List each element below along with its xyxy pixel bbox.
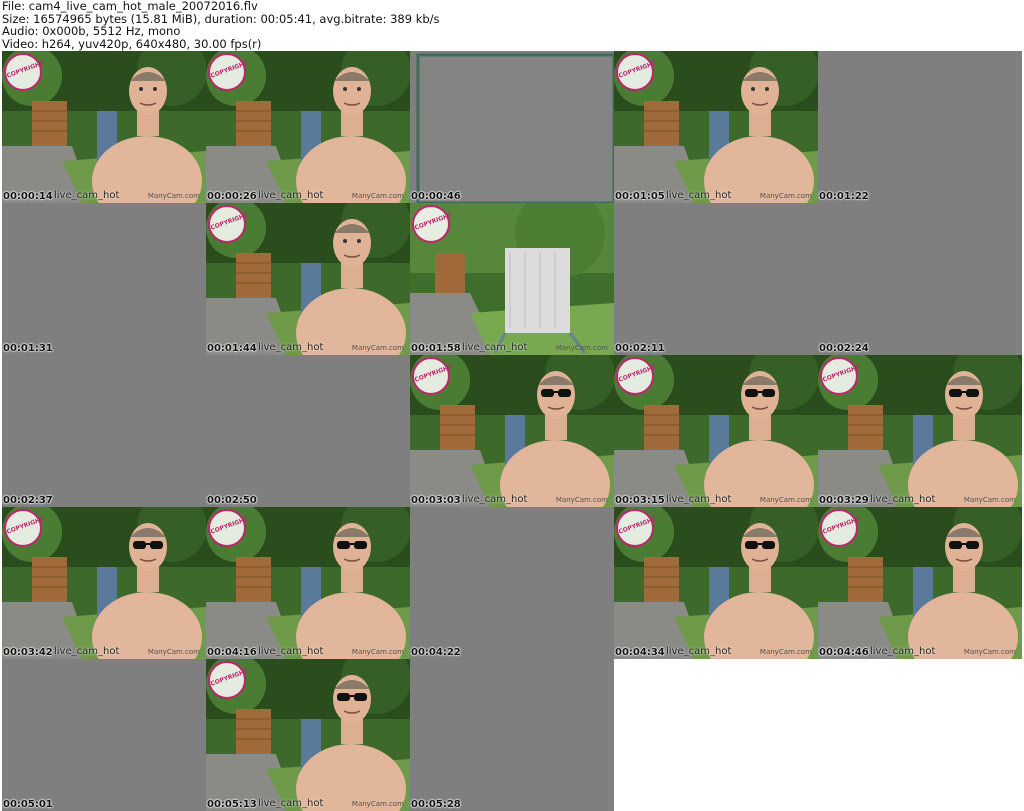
manycam-logo: ManyCam.com: [351, 648, 404, 656]
manycam-logo: ManyCam.com: [555, 496, 608, 504]
thumbnail-tile: COPYRIGHT live_cam_hot ManyCam.com 00:03:15: [614, 355, 818, 507]
thumbnail-tile: COPYRIGHT live_cam_hot ManyCam.com 00:01:58: [410, 203, 614, 355]
thumbnail-tile: COPYRIGHT live_cam_hot ManyCam.com 00:04:34: [614, 507, 818, 659]
manycam-logo: ManyCam.com: [351, 800, 404, 808]
timestamp-label: 00:00:14: [3, 191, 53, 202]
copyright-stamp-icon: COPYRIGHT: [4, 53, 45, 91]
watermark-text: live_cam_hot: [258, 646, 324, 657]
manycam-logo: ManyCam.com: [963, 496, 1016, 504]
thumbnail-tile: 00:01:22: [818, 51, 1022, 203]
manycam-logo: ManyCam.com: [963, 648, 1016, 656]
manycam-logo: ManyCam.com: [759, 192, 812, 200]
thumbnail-tile: 00:05:01: [2, 659, 206, 811]
thumbnail-tile: COPYRIGHT live_cam_hot ManyCam.com 00:01:05: [614, 51, 818, 203]
timestamp-label: 00:04:46: [819, 647, 869, 658]
thumbnail-tile: 00:04:22: [410, 507, 614, 659]
timestamp-label: 00:02:37: [3, 495, 53, 506]
timestamp-label: 00:03:29: [819, 495, 869, 506]
thumbnail-tile: COPYRIGHT live_cam_hot ManyCam.com 00:01:44: [206, 203, 410, 355]
copyright-stamp-icon: COPYRIGHT: [616, 53, 657, 91]
watermark-text: live_cam_hot: [258, 798, 324, 809]
thumbnail-tile: COPYRIGHT live_cam_hot ManyCam.com 00:00:26: [206, 51, 410, 203]
watermark-text: live_cam_hot: [870, 646, 936, 657]
timestamp-label: 00:03:03: [411, 495, 461, 506]
watermark-text: live_cam_hot: [870, 494, 936, 505]
thumbnail-tile: 00:02:37: [2, 355, 206, 507]
thumbnail-tile: 00:01:31: [2, 203, 206, 355]
timestamp-label: 00:00:46: [411, 191, 461, 202]
copyright-stamp-icon: COPYRIGHT: [208, 509, 249, 547]
timestamp-label: 00:03:42: [3, 647, 53, 658]
watermark-text: live_cam_hot: [666, 494, 732, 505]
copyright-stamp-icon: COPYRIGHT: [208, 661, 249, 699]
thumbnail-tile: COPYRIGHT live_cam_hot ManyCam.com 00:03:29: [818, 355, 1022, 507]
video-frame: [410, 51, 614, 203]
manycam-logo: ManyCam.com: [759, 496, 812, 504]
thumbnail-tile: COPYRIGHT live_cam_hot ManyCam.com 00:04:46: [818, 507, 1022, 659]
timestamp-label: 00:04:16: [207, 647, 257, 658]
timestamp-label: 00:05:28: [411, 799, 461, 810]
copyright-stamp-icon: COPYRIGHT: [4, 509, 45, 547]
copyright-stamp-icon: COPYRIGHT: [412, 205, 453, 243]
thumbnail-grid: COPYRIGHT live_cam_hot ManyCam.com 00:00:14…: [2, 51, 1022, 811]
timestamp-label: 00:02:50: [207, 495, 257, 506]
timestamp-label: 00:01:05: [615, 191, 665, 202]
timestamp-label: 00:02:11: [615, 343, 665, 354]
copyright-stamp-icon: COPYRIGHT: [820, 509, 861, 547]
file-line: File: cam4_live_cam_hot_male_20072016.fl…: [2, 0, 258, 13]
timestamp-label: 00:05:01: [3, 799, 53, 810]
copyright-stamp-icon: COPYRIGHT: [208, 205, 249, 243]
copyright-stamp-icon: COPYRIGHT: [616, 357, 657, 395]
timestamp-label: 00:01:31: [3, 343, 53, 354]
thumbnail-tile: COPYRIGHT live_cam_hot ManyCam.com 00:03:03: [410, 355, 614, 507]
manycam-logo: ManyCam.com: [351, 344, 404, 352]
manycam-logo: ManyCam.com: [555, 344, 608, 352]
thumbnail-tile: COPYRIGHT live_cam_hot ManyCam.com 00:04:16: [206, 507, 410, 659]
timestamp-label: 00:02:24: [819, 343, 869, 354]
timestamp-label: 00:03:15: [615, 495, 665, 506]
timestamp-label: 00:01:44: [207, 343, 257, 354]
timestamp-label: 00:01:22: [819, 191, 869, 202]
thumbnail-tile: 00:02:24: [818, 203, 1022, 355]
manycam-logo: ManyCam.com: [759, 648, 812, 656]
thumbnail-tile: COPYRIGHT live_cam_hot ManyCam.com 00:05:13: [206, 659, 410, 811]
timestamp-label: 00:05:13: [207, 799, 257, 810]
watermark-text: live_cam_hot: [666, 190, 732, 201]
thumbnail-tile: 00:02:50: [206, 355, 410, 507]
timestamp-label: 00:04:22: [411, 647, 461, 658]
thumbnail-tile: 00:05:28: [410, 659, 614, 811]
audio-line: Audio: 0x000b, 5512 Hz, mono: [2, 24, 181, 38]
manycam-logo: ManyCam.com: [147, 192, 200, 200]
file-info-header: File: cam4_live_cam_hot_male_20072016.fl…: [2, 0, 1020, 50]
thumbnail-tile: COPYRIGHT live_cam_hot ManyCam.com 00:03:42: [2, 507, 206, 659]
copyright-stamp-icon: COPYRIGHT: [820, 357, 861, 395]
watermark-text: live_cam_hot: [666, 646, 732, 657]
watermark-text: live_cam_hot: [54, 646, 120, 657]
watermark-text: live_cam_hot: [462, 342, 528, 353]
timestamp-label: 00:00:26: [207, 191, 257, 202]
copyright-stamp-icon: COPYRIGHT: [412, 357, 453, 395]
watermark-text: live_cam_hot: [54, 190, 120, 201]
watermark-text: live_cam_hot: [462, 494, 528, 505]
manycam-logo: ManyCam.com: [351, 192, 404, 200]
manycam-logo: ManyCam.com: [147, 648, 200, 656]
video-line: Video: h264, yuv420p, 640x480, 30.00 fps…: [2, 36, 262, 51]
watermark-text: live_cam_hot: [258, 190, 324, 201]
copyright-stamp-icon: COPYRIGHT: [616, 509, 657, 547]
watermark-text: live_cam_hot: [258, 342, 324, 353]
thumbnail-tile: 00:00:46: [410, 51, 614, 203]
thumbnail-tile: 00:02:11: [614, 203, 818, 355]
timestamp-label: 00:01:58: [411, 343, 461, 354]
thumbnail-tile: COPYRIGHT live_cam_hot ManyCam.com 00:00:14: [2, 51, 206, 203]
timestamp-label: 00:04:34: [615, 647, 665, 658]
copyright-stamp-icon: COPYRIGHT: [208, 53, 249, 91]
